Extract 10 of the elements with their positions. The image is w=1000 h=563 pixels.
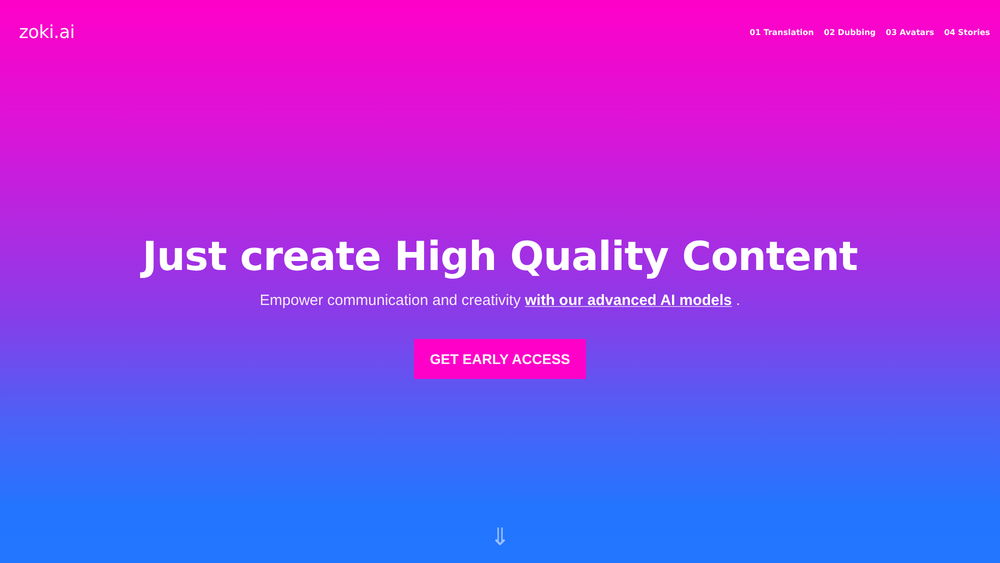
- early-access-button[interactable]: GET EARLY ACCESS: [414, 339, 586, 379]
- nav-link[interactable]: 03 Avatars: [886, 28, 934, 36]
- nav-link[interactable]: 04 Stories: [944, 28, 990, 36]
- hero-title: Just create High Quality Content: [142, 234, 858, 280]
- hero-subtitle: Empower communication and creativity with our advanced AI models .: [260, 292, 740, 309]
- scroll-down-arrow[interactable]: ⇓: [490, 525, 510, 549]
- subtitle-link[interactable]: with our advanced AI models: [524, 292, 732, 309]
- logo[interactable]: zoki.ai: [19, 22, 75, 42]
- nav-link[interactable]: 01 Translation: [750, 28, 814, 36]
- nav-link[interactable]: 02 Dubbing: [824, 28, 876, 36]
